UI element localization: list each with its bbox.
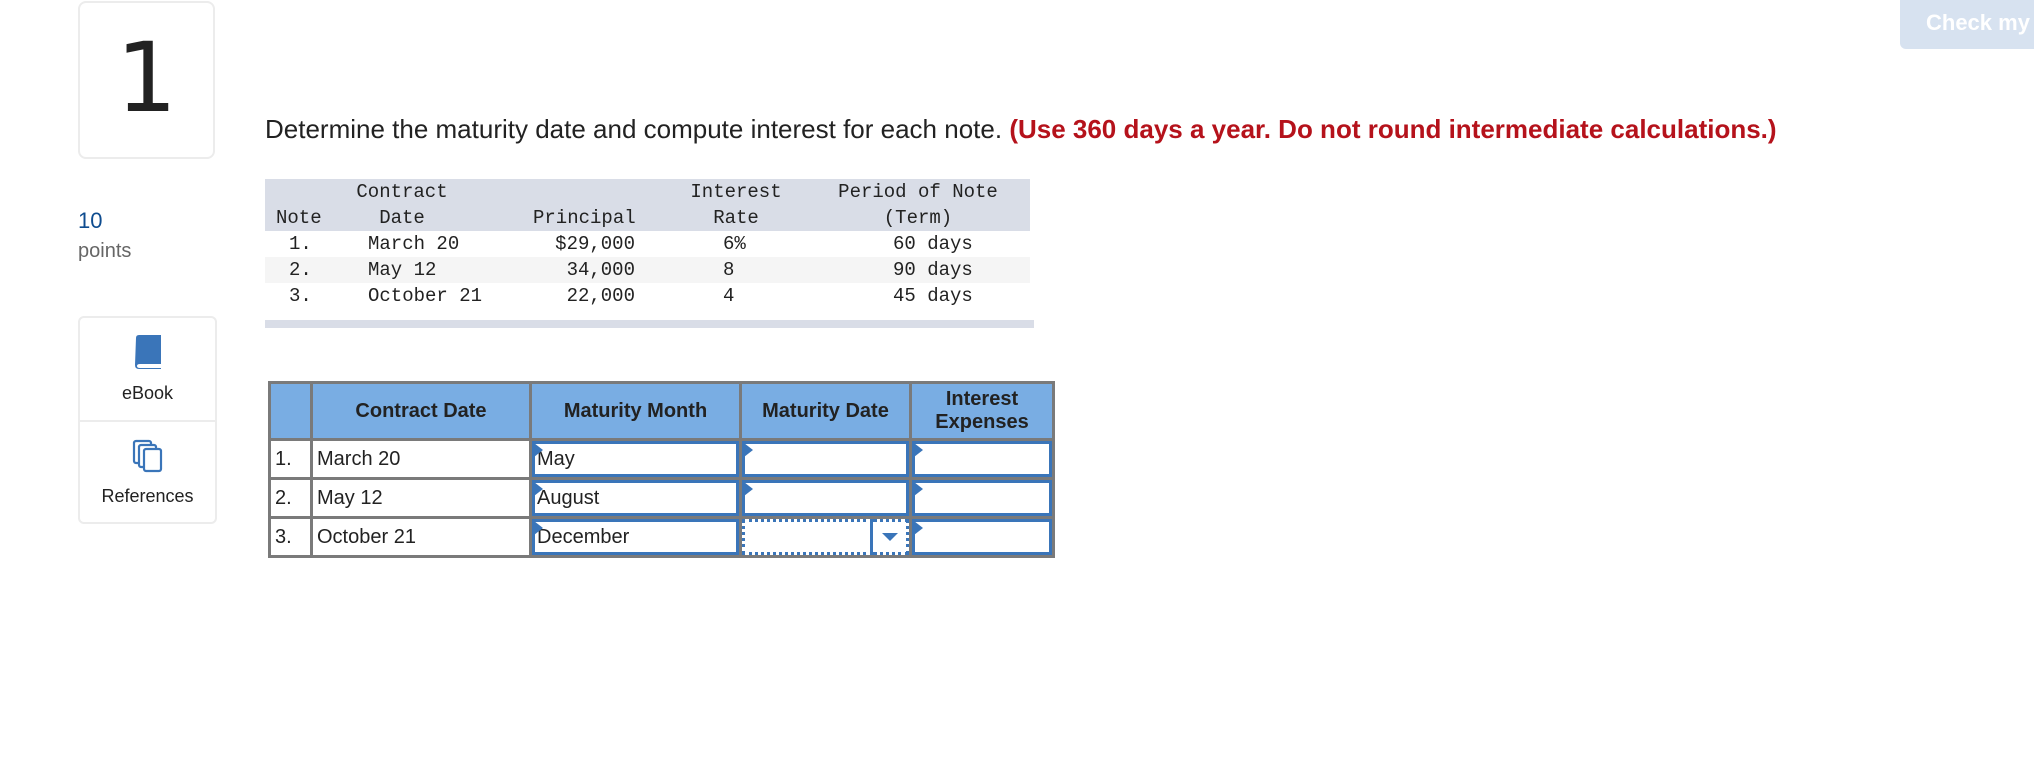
header-interest-line1: Interest [945,388,1019,410]
references-label: References [101,486,194,506]
input-flag-icon [744,443,753,457]
maturity-month-input[interactable]: August [532,480,739,516]
question-instruction: (Use 360 days a year. Do not round inter… [1009,114,1777,144]
given-note: 2. [289,259,312,281]
references-button[interactable]: References [80,420,215,524]
given-term: 90 days [893,259,973,281]
maturity-month-cell: December [529,516,742,558]
input-flag-icon [744,482,753,496]
maturity-date-cell [739,477,912,519]
given-table-row: 2. May 12 34,000 8 90 days [265,257,1030,283]
given-contract-date: October 21 [368,285,483,307]
given-term: 45 days [893,285,973,307]
tools-panel: eBook References [78,316,217,524]
given-table-row: 1. March 20 $29,000 6% 60 days [265,231,1030,257]
row-contract-date: May 12 [310,477,532,519]
ebook-button[interactable]: eBook [80,318,215,420]
interest-expenses-input[interactable] [912,519,1052,555]
header-term-line1: Period of Note [838,181,998,203]
header-principal: Principal [533,207,636,229]
given-contract-date: May 12 [368,259,437,281]
book-icon [133,334,163,375]
answer-table-header: Contract Date Maturity Month Maturity Da… [268,381,1055,441]
row-number: 1. [268,438,313,480]
header-contract-date: Contract Date [310,381,532,441]
question-number-box: 1 [78,1,215,159]
references-icon [132,439,164,478]
question-number: 1 [115,22,178,134]
given-note: 3. [289,285,312,307]
given-contract-date: March 20 [368,233,460,255]
input-flag-icon [914,443,923,457]
given-term: 60 days [893,233,973,255]
given-note: 1. [289,233,312,255]
answer-table-row: 1. March 20 May [268,438,1055,480]
given-table-row: 3. October 21 22,000 4 45 days [265,283,1030,309]
interest-expenses-input[interactable] [912,441,1052,477]
ebook-label: eBook [121,383,174,403]
dropdown-toggle[interactable] [873,519,909,555]
points-value: 10 [78,208,103,233]
question-prompt: Determine the maturity date and compute … [265,114,1777,145]
points-label: points [78,240,132,262]
answer-table-row: 3. October 21 December [268,516,1055,558]
input-flag-icon [534,443,543,457]
maturity-date-dropdown[interactable] [742,519,909,555]
header-contract-line2: Date [379,207,425,229]
input-flag-icon [914,482,923,496]
given-rate: 4 [723,285,735,307]
check-my-work-button[interactable]: Check my [1900,0,2034,49]
header-interest-expenses: Interest Expenses [909,381,1055,441]
input-flag-icon [534,521,543,535]
input-flag-icon [914,521,923,535]
header-rate-line2: Rate [713,207,759,229]
chevron-down-icon [881,533,898,541]
header-term-line2: (Term) [883,207,953,229]
row-number: 2. [268,477,313,519]
interest-cell [909,516,1055,558]
maturity-month-cell: May [529,438,742,480]
header-rate-line1: Interest [690,181,782,203]
answer-table-row: 2. May 12 August [268,477,1055,519]
maturity-month-input[interactable]: December [532,519,739,555]
maturity-month-value: December [537,525,630,548]
row-number: 3. [268,516,313,558]
maturity-date-input[interactable] [742,480,909,516]
given-notes-table: Note Contract Date Principal Interest Ra… [265,179,1034,328]
header-maturity-month: Maturity Month [529,381,742,441]
maturity-month-cell: August [529,477,742,519]
given-rate: 6% [723,233,746,255]
row-contract-date: March 20 [310,438,532,480]
row-contract-date: October 21 [310,516,532,558]
question-text: Determine the maturity date and compute … [265,114,1003,144]
interest-cell [909,477,1055,519]
header-contract-line1: Contract [356,181,448,203]
given-principal: 22,000 [566,285,635,307]
header-num [268,381,313,441]
maturity-date-cell [739,438,912,480]
maturity-date-input[interactable] [742,441,909,477]
header-maturity-date: Maturity Date [739,381,912,441]
maturity-month-input[interactable]: May [532,441,739,477]
interest-expenses-input[interactable] [912,480,1052,516]
given-rate: 8 [723,259,735,281]
maturity-date-dropdown-field[interactable] [742,519,873,555]
maturity-date-cell [739,516,912,558]
maturity-month-value: August [537,486,600,509]
input-flag-icon [534,482,543,496]
header-interest-line2: Expenses [935,411,1029,433]
interest-cell [909,438,1055,480]
given-principal: $29,000 [555,233,635,255]
header-note: Note [276,207,322,229]
given-table-footer-bar [265,320,1034,328]
given-principal: 34,000 [566,259,635,281]
answer-table: Contract Date Maturity Month Maturity Da… [268,381,1055,558]
given-table-header: Note Contract Date Principal Interest Ra… [265,179,1030,231]
